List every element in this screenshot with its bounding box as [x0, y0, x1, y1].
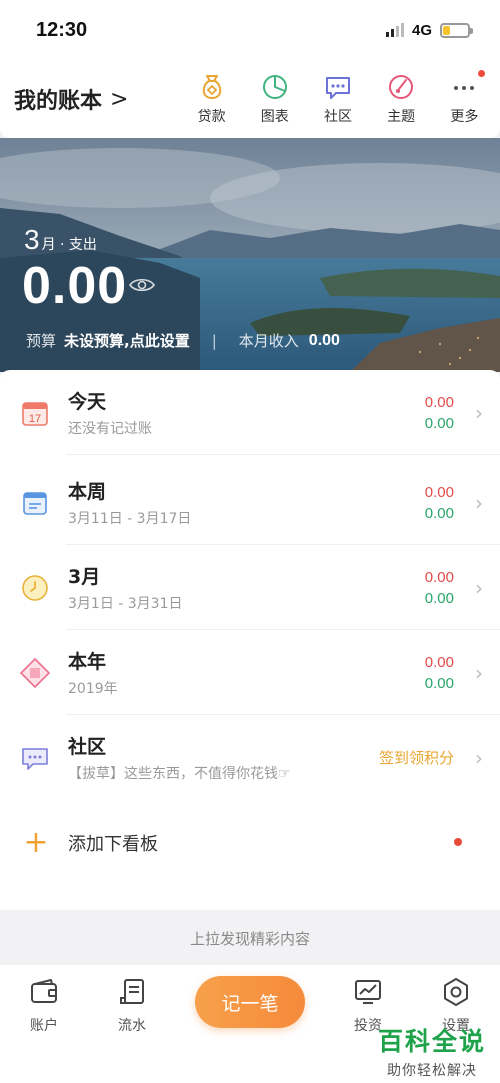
chevron-right-icon: >: [110, 86, 129, 112]
list-item-today[interactable]: 17 今天 还没有记过账 0.00 0.00 ›: [0, 370, 500, 455]
signal-icon: [385, 23, 404, 37]
list-item-community[interactable]: 社区 【拔草】这些东西，不值得你花钱☞ 签到领积分 ›: [0, 715, 500, 800]
tab-flow-label: 流水: [118, 1018, 146, 1034]
row-title: 本年: [68, 651, 107, 673]
row-title: 今天: [68, 391, 107, 413]
nav-theme[interactable]: 主题: [370, 72, 432, 126]
income-value: 0.00: [424, 589, 454, 607]
row-title: 3月: [68, 566, 101, 588]
more-dots-icon: [449, 72, 479, 102]
nav-more-label: 更多: [450, 109, 479, 125]
money-bag-icon: [197, 72, 227, 102]
chevron-right-icon: ›: [475, 490, 483, 515]
ledger-icon: [117, 977, 147, 1011]
watermark-title: 百科全说: [377, 1027, 486, 1056]
moon-clock-icon: [18, 571, 52, 605]
budget-line[interactable]: 预算 未设预算,点此设置 | 本月收入 0.00: [26, 330, 340, 351]
month-expense-label: 3 月 · 支出: [24, 224, 97, 256]
nav-chart-label: 图表: [260, 109, 289, 125]
month-number: 3: [24, 224, 40, 255]
status-bar: 12:30 4G: [0, 0, 500, 60]
trend-chart-icon: [353, 977, 383, 1011]
tab-account[interactable]: 账户: [0, 965, 88, 1083]
expense-value: 0.00: [424, 653, 454, 671]
pull-up-hint: 上拉发现精彩内容: [189, 930, 310, 948]
budget-value: 未设预算,点此设置: [64, 332, 190, 350]
row-subtitle: 3月1日 - 3月31日: [68, 596, 183, 612]
notification-dot: [478, 70, 486, 77]
diamond-icon: [18, 656, 52, 690]
wallet-icon: [29, 977, 59, 1011]
watermark-subtitle: 助你轻松解决: [386, 1063, 477, 1079]
budget-label: 预算: [26, 332, 57, 350]
checkin-link[interactable]: 签到领积分: [379, 747, 454, 768]
week-calendar-icon: [18, 486, 52, 520]
book-title: 我的账本: [14, 89, 103, 114]
tab-flow[interactable]: 流水: [88, 965, 176, 1083]
income-value: 0.00: [424, 414, 454, 432]
row-title: 本周: [68, 481, 107, 503]
nav-loan-label: 贷款: [197, 109, 226, 125]
add-board-label: 添加下看板: [68, 833, 158, 855]
expense-value: 0.00: [424, 483, 454, 501]
settings-hex-icon: [441, 977, 471, 1011]
book-selector[interactable]: 我的账本 >: [0, 83, 180, 115]
expense-value: 0.00: [424, 568, 454, 586]
eye-icon[interactable]: [128, 276, 156, 298]
list-item-month[interactable]: 3月 3月1日 - 3月31日 0.00 0.00 ›: [0, 545, 500, 630]
month-expense-amount: 0.00: [22, 257, 128, 315]
watermark-logo: 百科全说 助你轻松解决: [378, 1022, 486, 1080]
add-board-button[interactable]: + 添加下看板: [0, 800, 500, 885]
notification-dot: [454, 838, 462, 846]
nav-community[interactable]: 社区: [307, 72, 369, 126]
chevron-right-icon: ›: [475, 400, 483, 425]
divider: |: [211, 331, 217, 350]
row-subtitle: 【拔草】这些东西，不值得你花钱☞: [68, 766, 291, 782]
tab-account-label: 账户: [30, 1018, 58, 1034]
plus-icon: +: [23, 824, 49, 860]
network-type: 4G: [411, 21, 432, 39]
app-header: 我的账本 > 贷款 图表 社区 主题 更多: [0, 60, 500, 138]
pie-chart-icon: [260, 72, 290, 102]
income-value: 0.00: [424, 674, 454, 692]
row-subtitle: 3月11日 - 3月17日: [68, 511, 192, 527]
nav-community-label: 社区: [323, 109, 352, 125]
row-subtitle: 2019年: [68, 681, 118, 697]
nav-more[interactable]: 更多: [433, 70, 495, 126]
calendar-icon: 17: [18, 396, 52, 430]
status-time: 12:30: [36, 18, 88, 41]
chevron-right-icon: ›: [475, 575, 483, 600]
row-subtitle: 还没有记过账: [68, 421, 152, 437]
nav-chart[interactable]: 图表: [244, 72, 306, 126]
svg-text:17: 17: [29, 413, 41, 425]
top-nav: 贷款 图表 社区 主题 更多: [180, 70, 500, 126]
battery-icon: [440, 22, 473, 38]
list-item-week[interactable]: 本周 3月11日 - 3月17日 0.00 0.00 ›: [0, 460, 500, 545]
chevron-right-icon: ›: [475, 745, 483, 770]
income-label: 本月收入: [238, 332, 299, 350]
summary-card: 17 今天 还没有记过账 0.00 0.00 › 本周 3月11日 - 3月17…: [0, 370, 500, 910]
chevron-right-icon: ›: [475, 660, 483, 685]
income-value: 0.00: [424, 504, 454, 522]
chat-bubble-icon: [18, 741, 52, 775]
month-suffix: 月 · 支出: [41, 237, 97, 253]
summary-banner[interactable]: 3 月 · 支出 0.00 预算 未设预算,点此设置 | 本月收入 0.00: [0, 138, 500, 372]
record-button[interactable]: 记一笔: [195, 976, 305, 1028]
row-title: 社区: [68, 736, 107, 758]
list-item-year[interactable]: 本年 2019年 0.00 0.00 ›: [0, 630, 500, 715]
income-value: 0.00: [308, 331, 340, 349]
palette-icon: [386, 72, 416, 102]
nav-loan[interactable]: 贷款: [181, 72, 243, 126]
expense-value: 0.00: [424, 393, 454, 411]
chat-bubble-icon: [323, 72, 353, 102]
status-indicators: 4G: [385, 21, 473, 39]
nav-theme-label: 主题: [387, 109, 416, 125]
